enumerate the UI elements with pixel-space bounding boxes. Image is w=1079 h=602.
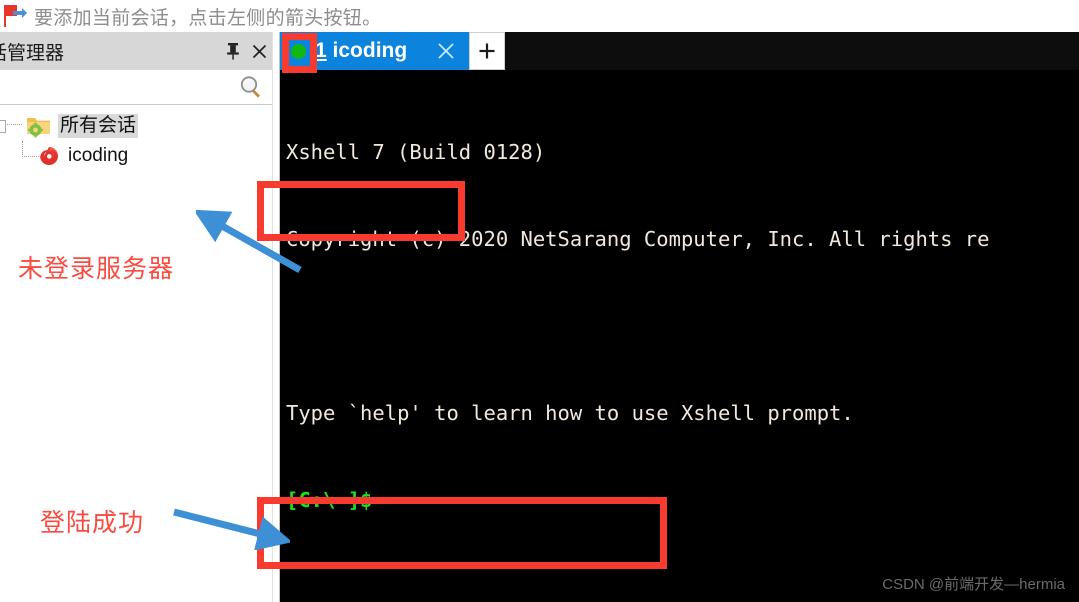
watermark: CSDN @前端开发—hermia — [882, 576, 1065, 593]
annotation-label-not-logged-in: 未登录服务器 — [18, 255, 175, 283]
folder-gear-icon — [27, 118, 50, 138]
tree-item-label: icoding — [68, 145, 129, 166]
local-prompt-text: [C:\~]$ — [286, 488, 373, 512]
session-search-row[interactable] — [0, 70, 272, 105]
terminal-line: Copyright (c) 2020 NetSarang Computer, I… — [286, 227, 990, 251]
session-panel-title: 话管理器 — [0, 42, 65, 64]
tab-title: icoding — [326, 39, 408, 62]
tab-index: 1 — [315, 39, 327, 62]
close-icon[interactable] — [437, 42, 455, 60]
plus-icon — [479, 43, 495, 59]
xshell-session-icon — [40, 146, 59, 165]
panel-divider[interactable] — [272, 32, 280, 602]
banner-text: 要添加当前会话，点击左侧的箭头按钮。 — [34, 7, 382, 29]
tab-status-dot-icon — [291, 43, 306, 59]
annotation-label-login-success: 登陆成功 — [40, 509, 145, 537]
tab-label: 1 icoding — [315, 39, 407, 63]
top-banner: 要添加当前会话，点击左侧的箭头按钮。 — [0, 0, 1079, 32]
terminal-output[interactable]: Xshell 7 (Build 0128) Copyright (c) 2020… — [280, 70, 1079, 602]
tree-branch-line — [22, 141, 39, 157]
terminal-lines: Xshell 7 (Build 0128) Copyright (c) 2020… — [286, 80, 1079, 602]
red-flag-arrow-icon — [2, 4, 28, 28]
tree-item-all-sessions[interactable]: 所有会话 — [0, 111, 272, 141]
terminal-line: Xshell 7 (Build 0128) — [286, 140, 546, 164]
tree-item-label: 所有会话 — [58, 114, 139, 138]
terminal-tab-bar: 1 icoding — [280, 32, 1079, 70]
search-icon[interactable] — [238, 74, 264, 100]
tab-bar-filler — [505, 32, 1079, 70]
new-tab-button[interactable] — [469, 32, 505, 70]
tree-expander-icon[interactable] — [0, 120, 6, 133]
tree-connector — [0, 111, 26, 141]
session-tree: 所有会话 icoding — [0, 105, 272, 171]
terminal-line: Type `help' to learn how to use Xshell p… — [286, 401, 854, 425]
close-icon[interactable] — [246, 38, 272, 64]
session-panel-header: 话管理器 — [0, 32, 272, 70]
terminal-line-local-prompt: [C:\~]$ — [286, 486, 1079, 515]
tree-item-icoding[interactable]: icoding — [0, 141, 272, 171]
pin-icon[interactable] — [220, 38, 246, 64]
tab-icoding[interactable]: 1 icoding — [280, 32, 469, 70]
